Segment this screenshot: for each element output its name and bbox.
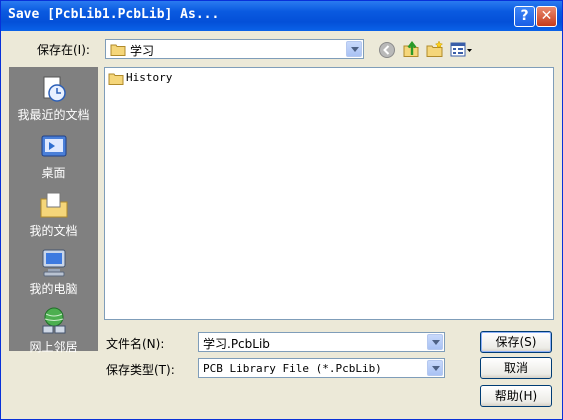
close-icon: ✕ (540, 8, 553, 24)
folder-icon (110, 44, 126, 56)
chevron-down-icon[interactable] (427, 334, 443, 350)
save-button[interactable]: 保存(S) (480, 331, 552, 353)
file-list[interactable]: History (104, 67, 554, 320)
help-button[interactable]: 帮助(H) (480, 385, 552, 407)
file-type-value: PCB Library File (*.PcbLib) (203, 362, 382, 375)
up-one-level-icon[interactable] (402, 40, 420, 58)
help-title-button[interactable]: ? (514, 6, 535, 27)
my-documents-icon (40, 192, 67, 218)
file-type-combo[interactable]: PCB Library File (*.PcbLib) (198, 358, 445, 378)
place-label: 我的电脑 (29, 282, 78, 296)
look-in-combo[interactable]: 学习 (105, 39, 364, 59)
my-computer-icon (42, 249, 65, 277)
file-name-combo[interactable]: 学习.PcbLib (198, 332, 445, 352)
file-name-label: 文件名(N): (106, 337, 165, 351)
save-as-dialog: Save [PcbLib1.PcbLib] As... ? ✕ 保存在(I): … (0, 0, 563, 420)
place-network[interactable]: 网上邻居 (10, 306, 97, 355)
place-label: 网上邻居 (29, 340, 78, 354)
place-label: 我的文档 (29, 224, 78, 238)
place-my-computer[interactable]: 我的电脑 (10, 248, 97, 297)
title-bar[interactable]: Save [PcbLib1.PcbLib] As... ? ✕ (1, 1, 562, 31)
place-label: 桌面 (41, 166, 66, 180)
recent-documents-icon (43, 76, 66, 102)
back-icon[interactable] (378, 41, 396, 59)
place-desktop[interactable]: 桌面 (10, 132, 97, 181)
file-name-value: 学习.PcbLib (203, 337, 270, 351)
new-folder-icon[interactable] (426, 40, 444, 58)
file-name: History (126, 71, 173, 84)
help-icon: ? (520, 8, 529, 24)
place-recent[interactable]: 我最近的文档 (10, 74, 97, 123)
places-bar: 我最近的文档 桌面 我的文档 我的电脑 网上邻居 (9, 67, 98, 354)
window-title: Save [PcbLib1.PcbLib] As... (8, 7, 220, 22)
cancel-button[interactable]: 取消 (480, 357, 552, 379)
look-in-value: 学习 (130, 44, 155, 58)
network-places-icon (42, 307, 65, 334)
chevron-down-icon[interactable] (346, 41, 362, 57)
desktop-icon (41, 135, 66, 157)
chevron-down-icon[interactable] (427, 360, 443, 376)
place-label: 我最近的文档 (17, 108, 90, 122)
view-menu-icon[interactable] (450, 41, 472, 59)
place-my-documents[interactable]: 我的文档 (10, 190, 97, 239)
close-button[interactable]: ✕ (536, 6, 557, 27)
folder-icon (108, 73, 124, 85)
file-type-label: 保存类型(T): (106, 363, 175, 377)
look-in-label: 保存在(I): (37, 43, 90, 57)
